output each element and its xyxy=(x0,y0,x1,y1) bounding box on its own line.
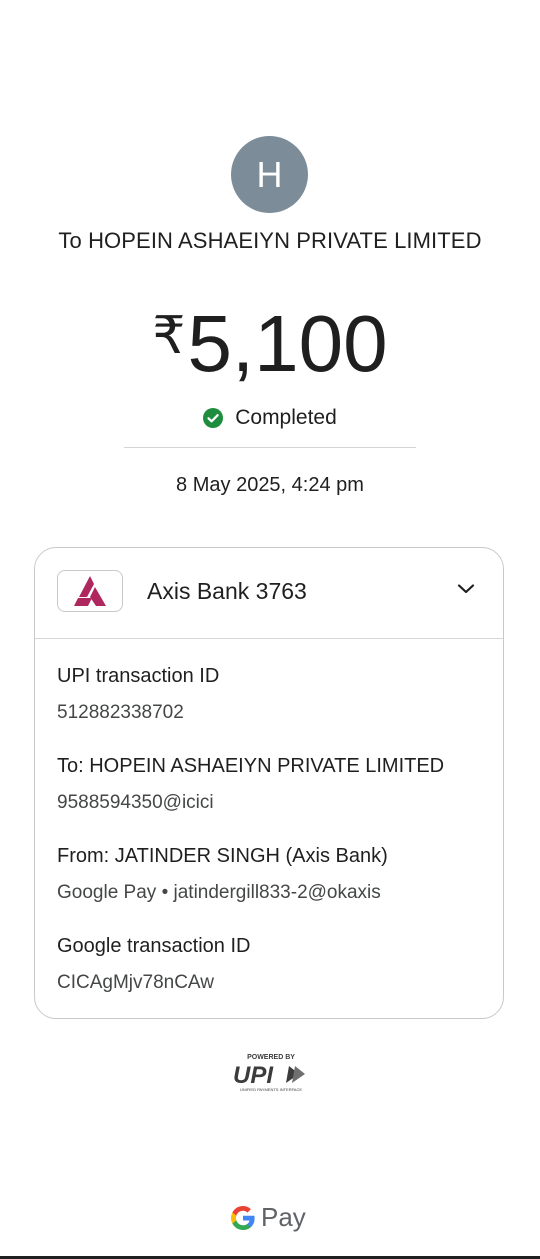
status-text: Completed xyxy=(235,406,337,429)
check-circle-icon xyxy=(203,408,224,428)
google-pay-text: Pay xyxy=(261,1202,306,1232)
detail-upi-transaction-id: UPI transaction ID 512882338702 xyxy=(57,664,487,725)
detail-label: Google transaction ID xyxy=(57,935,251,957)
recipient-title: To HOPEIN ASHAEIYN PRIVATE LIMITED xyxy=(58,228,482,253)
detail-value[interactable]: CICAgMjv78nCAw xyxy=(57,971,487,995)
transaction-details-card: Axis Bank 3763 UPI transaction ID 512882… xyxy=(34,547,504,1019)
detail-value[interactable]: Google Pay • jatindergill833-2@okaxis xyxy=(57,881,487,905)
upi-subtext: UNIFIED PAYMENTS INTERFACE xyxy=(240,1087,302,1092)
detail-value[interactable]: 512882338702 xyxy=(57,701,487,725)
detail-from: From: JATINDER SINGH (Axis Bank) Google … xyxy=(57,844,487,905)
upi-wordmark: UPI xyxy=(233,1062,274,1089)
payment-amount: ₹5,100 xyxy=(0,288,540,392)
detail-label: UPI transaction ID xyxy=(57,665,220,687)
detail-label: To: HOPEIN ASHAEIYN PRIVATE LIMITED xyxy=(57,755,445,777)
detail-google-transaction-id: Google transaction ID CICAgMjv78nCAw xyxy=(57,934,487,995)
upi-logo-icon: POWERED BY UPI UNIFIED PAYMENTS INTERFAC… xyxy=(233,1054,305,1092)
detail-to: To: HOPEIN ASHAEIYN PRIVATE LIMITED 9588… xyxy=(57,754,487,815)
google-g-icon xyxy=(231,1205,255,1230)
chevron-down-icon[interactable] xyxy=(457,582,475,600)
powered-by-text: POWERED BY xyxy=(247,1054,295,1061)
payment-status: Completed xyxy=(0,406,540,430)
axis-bank-logo-icon xyxy=(57,570,123,612)
detail-value[interactable]: 9588594350@icici xyxy=(57,791,487,815)
detail-label: From: JATINDER SINGH (Axis Bank) xyxy=(57,845,388,867)
bank-name: Axis Bank 3763 xyxy=(147,578,307,604)
recipient-avatar: H xyxy=(231,136,308,213)
google-pay-brand: Pay xyxy=(229,1202,306,1233)
avatar-initial: H xyxy=(256,153,283,195)
currency-symbol: ₹ xyxy=(152,307,186,365)
payment-datetime: 8 May 2025, 4:24 pm xyxy=(176,474,364,496)
bank-account-row[interactable]: Axis Bank 3763 xyxy=(35,548,503,639)
divider xyxy=(124,447,416,448)
amount-value: 5,100 xyxy=(187,299,388,388)
